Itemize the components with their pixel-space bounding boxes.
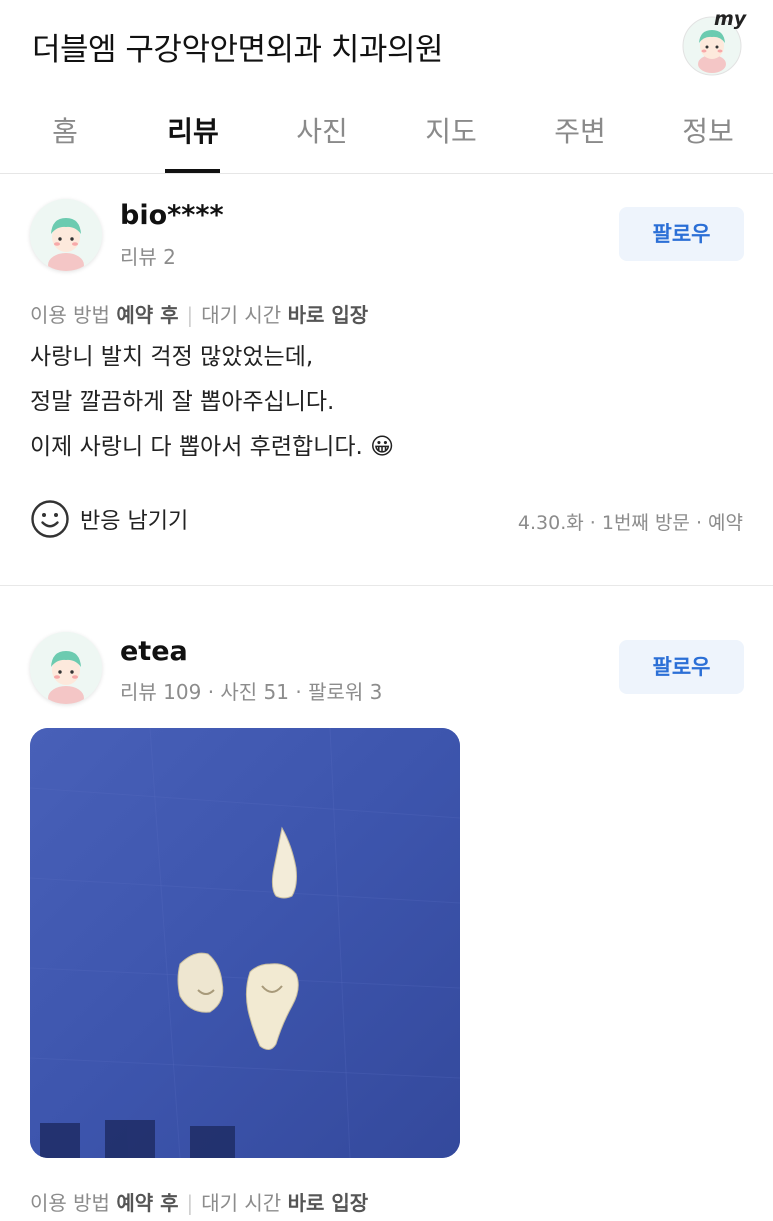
my-profile-button[interactable]: my <box>680 8 746 76</box>
reviewer-name[interactable]: bio**** <box>120 200 224 231</box>
separator: | <box>186 1191 194 1215</box>
reviewer-stats: 리뷰 109 · 사진 51 · 팔로워 3 <box>120 680 383 704</box>
reviewer-name[interactable]: etea <box>120 636 188 667</box>
react-label: 반응 남기기 <box>80 509 189 534</box>
header: 더블엠 구강악안면외과 치과의원 my <box>0 0 773 92</box>
tab-nearby[interactable]: 주변 <box>530 110 630 150</box>
review-photo[interactable] <box>30 728 460 1158</box>
active-tab-indicator <box>165 169 220 173</box>
review-card: bio**** 리뷰 2 팔로우 이용 방법 예약 후 | 대기 시간 바로 입장 … <box>0 174 773 586</box>
my-badge: my <box>714 8 747 30</box>
wait-value: 바로 입장 <box>287 1191 369 1215</box>
review-line: 정말 깔끔하게 잘 뽑아주십니다. <box>30 389 335 415</box>
visit-info: 이용 방법 예약 후 | 대기 시간 바로 입장 <box>30 299 368 328</box>
tab-bar: 홈 리뷰 사진 지도 주변 정보 <box>0 92 773 174</box>
tab-home[interactable]: 홈 <box>15 110 115 150</box>
review-line: 이제 사랑니 다 뽑아서 후련합니다. 😀 <box>30 434 395 460</box>
smile-icon <box>31 500 69 538</box>
visit-info: 이용 방법 예약 후 | 대기 시간 바로 입장 <box>30 1187 368 1216</box>
follow-button[interactable]: 팔로우 <box>619 640 744 694</box>
reviewer-stats: 리뷰 2 <box>120 245 176 269</box>
visit-date-info: 4.30.화 · 1번째 방문 · 예약 <box>517 512 743 534</box>
wait-value: 바로 입장 <box>287 303 369 327</box>
avatar-icon <box>30 199 102 271</box>
separator: | <box>186 303 194 327</box>
review-body[interactable]: 사랑니 발치 걱정 많았었는데, 정말 깔끔하게 잘 뽑아주십니다. 이제 사랑… <box>30 335 394 470</box>
follow-button[interactable]: 팔로우 <box>619 207 744 261</box>
method-value: 예약 후 <box>116 303 179 327</box>
tab-info[interactable]: 정보 <box>658 110 758 150</box>
tab-map[interactable]: 지도 <box>401 110 501 150</box>
method-label: 이용 방법 <box>30 1191 110 1215</box>
avatar-icon <box>30 632 102 704</box>
reviewer-avatar[interactable] <box>30 632 102 704</box>
tab-photos[interactable]: 사진 <box>272 110 372 150</box>
review-line: 사랑니 발치 걱정 많았었는데, <box>30 344 314 370</box>
extracted-teeth-image <box>30 728 460 1158</box>
reviewer-avatar[interactable] <box>30 199 102 271</box>
method-label: 이용 방법 <box>30 303 110 327</box>
wait-label: 대기 시간 <box>201 303 282 327</box>
react-button[interactable]: 반응 남기기 <box>30 499 188 539</box>
method-value: 예약 후 <box>116 1191 179 1215</box>
tab-reviews[interactable]: 리뷰 <box>143 110 243 150</box>
wait-label: 대기 시간 <box>201 1191 282 1215</box>
page-title: 더블엠 구강악안면외과 치과의원 <box>32 32 444 68</box>
